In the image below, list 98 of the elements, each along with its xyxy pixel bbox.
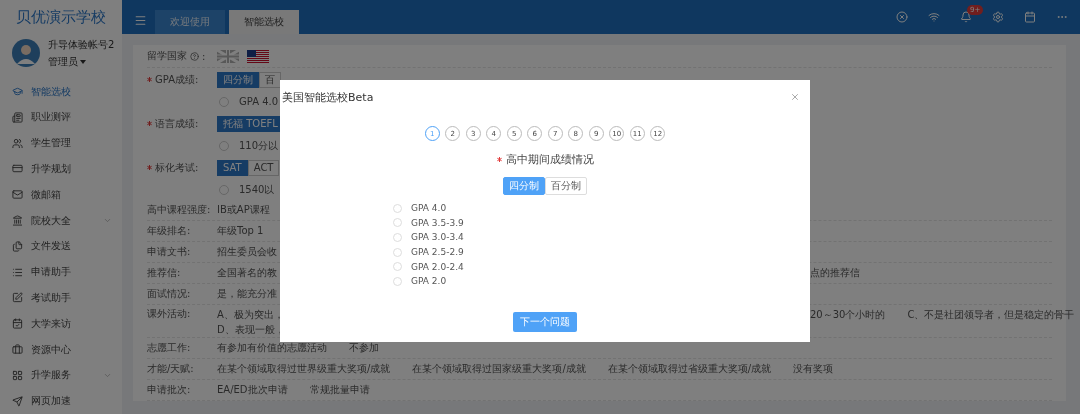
option-label: GPA 4.0 [411, 203, 447, 214]
sidebar-item[interactable]: 申请助手 [0, 259, 122, 285]
pen-square-icon [12, 292, 23, 304]
mail-icon [12, 189, 23, 201]
wifi-icon[interactable] [928, 11, 940, 23]
tab[interactable]: 智能选校 [229, 10, 299, 34]
option-label: GPA 2.0 [411, 276, 447, 287]
sidebar-item[interactable]: 升学服务 [0, 362, 122, 389]
sidebar-item[interactable]: 资源中心 [0, 336, 122, 363]
option-text[interactable]: EA/ED批次申请 [217, 383, 288, 397]
form-label: 申请批次: [147, 383, 191, 397]
radio-button[interactable] [393, 233, 402, 242]
radio-button[interactable] [393, 247, 402, 257]
form-label: GPA成绩: [155, 72, 199, 87]
segment-tab[interactable]: SAT [217, 159, 248, 176]
option-text[interactable]: 在某个领域取得过世界级重大奖项/成就 [217, 362, 391, 376]
segment-tab[interactable]: 百 [259, 71, 281, 88]
close-circle-icon[interactable] [896, 11, 908, 23]
option-label: GPA 3.0-3.4 [411, 232, 464, 243]
sidebar-item[interactable]: 智能选校 [0, 78, 122, 105]
radio-button[interactable] [393, 203, 402, 213]
uk-flag-icon[interactable] [217, 49, 239, 63]
bell-icon[interactable] [960, 11, 972, 23]
calendar-check-icon [12, 318, 23, 330]
option-text[interactable]: 没有奖项 [793, 362, 834, 376]
form-label: 标化考试: [155, 160, 199, 175]
option-text[interactable]: C、不是社团领导者，但是稳定的骨干 [907, 307, 1075, 322]
close-icon[interactable] [790, 92, 800, 102]
scale-toggle[interactable]: 百分制 [545, 177, 587, 195]
list-icon [12, 266, 23, 278]
radio-label: 1540以 [239, 182, 275, 197]
option-text[interactable]: IB或AP课程 [217, 203, 270, 217]
form-label: 高中课程强度: [147, 203, 211, 217]
sidebar-item[interactable]: 院校大全 [0, 207, 122, 234]
segment-tab[interactable]: 四分制 [217, 71, 259, 88]
form-label: 语言成绩: [155, 116, 199, 131]
dialog-title: 美国智能选校Beta [282, 89, 374, 105]
help-icon[interactable] [190, 51, 199, 61]
card-icon [12, 163, 23, 175]
user-name: 升导体验帐号2 [48, 37, 115, 52]
option-text[interactable]: 是，能充分准 [217, 287, 277, 301]
radio-button[interactable] [393, 276, 402, 286]
radio-label: 110分以 [239, 138, 279, 153]
radio-label: GPA 4.0 [239, 96, 279, 107]
option-text[interactable]: 不参加 [349, 341, 379, 355]
option-label: GPA 2.0-2.4 [411, 261, 464, 272]
form-label: 课外活动: [147, 307, 191, 321]
option-text[interactable]: 在某个领域取得过省级重大奖项/成就 [607, 362, 772, 376]
newspaper-icon [12, 111, 23, 123]
avatar[interactable] [12, 39, 40, 68]
scale-toggle[interactable]: 四分制 [503, 177, 545, 195]
graduation-cap-icon [12, 86, 23, 98]
tab[interactable]: 欢迎使用 [155, 10, 225, 34]
form-label: 年级排名: [147, 224, 191, 238]
option-text[interactable]: 全国著名的教 [217, 266, 277, 280]
sidebar-item[interactable]: 微邮箱 [0, 181, 122, 208]
form-label: 面试情况: [147, 287, 191, 301]
form-label: 留学国家 [147, 49, 187, 63]
sidebar-item[interactable]: 文件发送 [0, 233, 122, 260]
menu-icon[interactable] [134, 14, 147, 27]
form-label: 志愿工作: [147, 341, 191, 355]
option-label: GPA 2.5-2.9 [411, 247, 464, 258]
user-role[interactable]: 管理员 [48, 54, 78, 69]
next-question-button[interactable]: 下一个问题 [513, 311, 577, 332]
form-label: 推荐信: [147, 266, 181, 280]
sidebar-item[interactable]: 升学规划 [0, 156, 122, 182]
form-label: 申请文书: [147, 245, 191, 259]
sidebar-item[interactable]: 大学来访 [0, 310, 122, 337]
caret-icon[interactable] [80, 59, 86, 64]
option-text[interactable]: 常规批量申请 [309, 383, 370, 397]
files-icon [12, 240, 23, 252]
us-flag-icon[interactable] [247, 49, 269, 63]
settings-icon[interactable] [992, 11, 1004, 23]
question-title: 高中期间成绩情况 [505, 152, 594, 167]
sidebar-item[interactable]: 网页加速 [0, 388, 122, 414]
segment-tab[interactable]: ACT [247, 159, 280, 176]
bank-icon [12, 215, 23, 226]
sidebar-item[interactable]: 考试助手 [0, 285, 122, 311]
option-text[interactable]: 年级Top 1 [217, 224, 264, 238]
sidebar-item[interactable]: 学生管理 [0, 130, 122, 157]
school-name: 贝优演示学校 [15, 7, 107, 28]
sidebar-item[interactable]: 职业测评 [0, 104, 122, 131]
send-icon [12, 395, 23, 407]
option-text[interactable]: 在某个领域取得过国家级重大奖项/成就 [412, 362, 586, 376]
radio-button[interactable] [393, 262, 402, 272]
radio-button[interactable] [393, 218, 402, 228]
grid-icon [12, 369, 23, 381]
label-colon: : [202, 50, 206, 62]
option-text[interactable]: 有参加有价值的志愿活动 [217, 341, 327, 355]
form-label: 才能/天赋: [147, 362, 194, 376]
briefcase-icon [12, 344, 23, 355]
option-text[interactable]: 招生委员会收 [217, 245, 277, 259]
option-label: GPA 3.5-3.9 [411, 217, 464, 228]
option-text[interactable]: A、极为突出， [217, 307, 284, 322]
option-text[interactable]: 20～30个小时的 [810, 307, 886, 322]
calendar-icon[interactable] [1024, 11, 1036, 23]
users-icon [12, 137, 23, 149]
option-text[interactable]: 点的推荐信 [810, 265, 860, 280]
